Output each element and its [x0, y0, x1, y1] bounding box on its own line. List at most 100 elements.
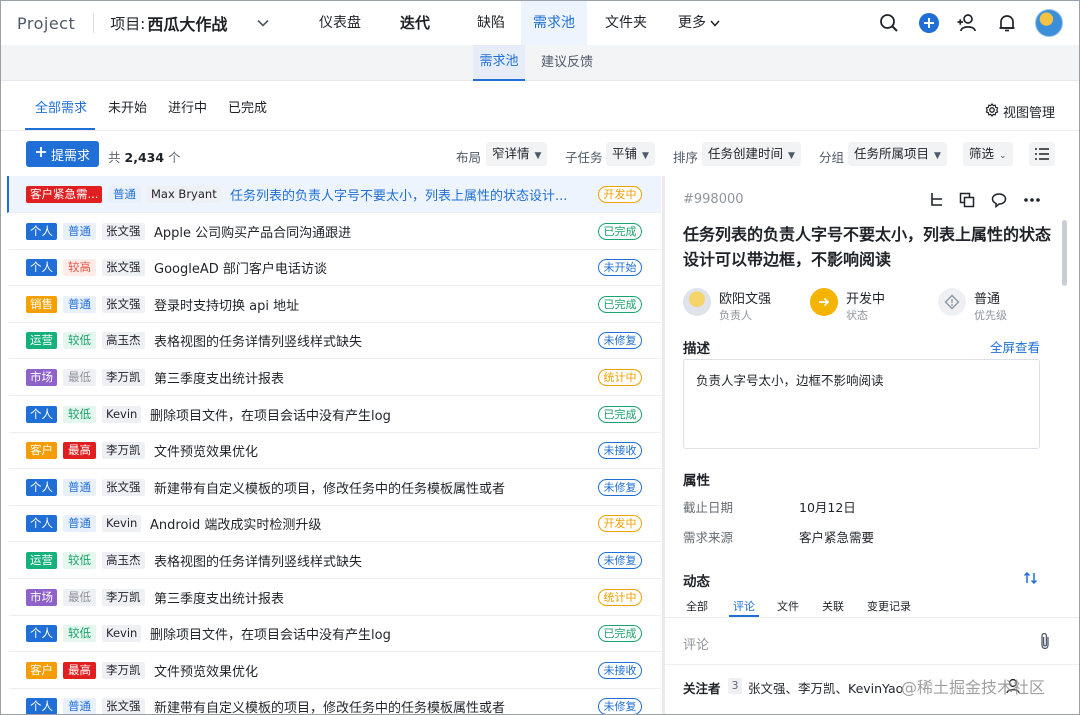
table-row[interactable]: 个人 普通 张文强 新建带有自定义模板的项目，修改任务中的任务模板属性或者 未修复 [9, 469, 661, 506]
copy-icon[interactable] [958, 191, 976, 209]
subnav-tab-feedback[interactable]: 建议反馈 [541, 45, 593, 81]
status-badge[interactable]: 开发中 [598, 186, 642, 203]
user-avatar[interactable] [1035, 9, 1063, 37]
status-badge[interactable]: 未接收 [598, 442, 642, 460]
task-title[interactable]: GoogleAD 部门客户电话访谈 [154, 258, 327, 277]
add-member-icon[interactable] [956, 12, 978, 34]
chevron-down-icon[interactable] [257, 16, 269, 30]
status-badge[interactable]: 未修复 [598, 698, 642, 714]
filter-tab-done[interactable]: 已完成 [228, 95, 267, 131]
status-field[interactable]: 开发中 状态 [810, 286, 920, 322]
task-title[interactable]: 第三季度支出统计报表 [154, 588, 284, 607]
nav-tab-dashboard[interactable]: 仪表盘 [311, 1, 369, 45]
nav-tab-defects[interactable]: 缺陷 [463, 1, 519, 45]
filter-select[interactable]: 筛选 ⌄ [963, 142, 1013, 166]
task-title[interactable]: 新建带有自定义模板的项目，修改任务中的任务模板属性或者 [154, 697, 505, 714]
project-name[interactable]: 西瓜大作战 [147, 11, 227, 35]
task-title[interactable]: 文件预览效果优化 [154, 441, 258, 460]
task-title[interactable]: Apple 公司购买产品合同沟通跟进 [154, 222, 351, 241]
nav-more-label: 更多 [678, 15, 706, 31]
filter-tab-in-progress[interactable]: 进行中 [168, 95, 207, 131]
view-manage-button[interactable]: 视图管理 [985, 102, 1055, 121]
status-badge[interactable]: 未开始 [598, 259, 642, 277]
task-title[interactable]: 第三季度支出统计报表 [154, 368, 284, 387]
filter-tab-not-started[interactable]: 未开始 [108, 95, 147, 131]
nav-tab-requirement-pool[interactable]: 需求池 [521, 1, 587, 45]
table-row[interactable]: 个人 普通 张文强 新建带有自定义模板的项目，修改任务中的任务模板属性或者 未修复 [9, 688, 661, 714]
table-row[interactable]: 个人 较低 Kevin 删除项目文件，在项目会话中没有产生log 已完成 [9, 615, 661, 653]
table-row[interactable]: 个人 较高 张文强 GoogleAD 部门客户电话访谈 未开始 [9, 249, 661, 287]
group-select[interactable]: 任务所属项目 ▼ [848, 142, 947, 166]
description-box[interactable]: 负责人字号太小，边框不影响阅读 [683, 359, 1040, 449]
activity-tab-links[interactable]: 关联 [822, 598, 844, 614]
comment-input[interactable]: 评论 [683, 634, 709, 653]
nav-tab-iteration[interactable]: 迭代 [389, 1, 441, 45]
assignee-field[interactable]: 欧阳文强 负责人 [683, 286, 793, 322]
task-title[interactable]: 任务列表的负责人字号不要太小，列表上属性的状态设计可以带边框，不影响阅读 [683, 222, 1051, 272]
table-row[interactable]: 个人 普通 张文强 Apple 公司购买产品合同沟通跟进 已完成 [9, 213, 661, 250]
table-row[interactable]: 客户 最高 李万凯 文件预览效果优化 未接收 [9, 652, 661, 689]
owner-tag: 高玉杰 [102, 552, 145, 569]
table-row[interactable]: 运营 较低 高玉杰 表格视图的任务详情列竖线样式缺失 未修复 [9, 542, 661, 579]
attr-value-source[interactable]: 客户紧急需要 [799, 527, 874, 546]
table-row[interactable]: 销售 普通 张文强 登录时支持切换 api 地址 已完成 [9, 286, 661, 323]
activity-tab-files[interactable]: 文件 [777, 598, 799, 614]
add-requirement-button[interactable]: 提需求 [26, 141, 99, 167]
nav-more-menu[interactable]: 更多 [669, 1, 729, 45]
status-badge[interactable]: 未修复 [598, 332, 642, 350]
task-title[interactable]: 任务列表的负责人字号不要太小，列表上属性的状态设计... [230, 185, 567, 204]
status-badge[interactable]: 已完成 [598, 222, 642, 240]
priority-field[interactable]: 普通 优先级 [938, 286, 1048, 322]
table-row[interactable]: 市场 最低 李万凯 第三季度支出统计报表 统计中 [9, 359, 661, 396]
subtask-icon[interactable] [928, 191, 946, 209]
sort-order-icon[interactable] [1023, 570, 1039, 589]
table-row[interactable]: 个人 普通 Kevin Android 端改成实时检测升级 开发中 [9, 505, 661, 543]
category-tag: 运营 [26, 332, 57, 350]
nav-tab-folder[interactable]: 文件夹 [597, 1, 655, 45]
chevron-down-icon: ▼ [934, 151, 941, 161]
layout-select[interactable]: 窄详情 ▼ [486, 142, 548, 166]
filter-tab-all[interactable]: 全部需求 [35, 95, 87, 131]
activity-tab-changelog[interactable]: 变更记录 [867, 598, 911, 614]
bell-icon[interactable] [996, 12, 1018, 34]
task-title[interactable]: 新建带有自定义模板的项目，修改任务中的任务模板属性或者 [154, 478, 505, 497]
status-badge[interactable]: 已完成 [598, 295, 642, 313]
table-row[interactable]: 市场 最低 李万凯 第三季度支出统计报表 统计中 [9, 579, 661, 616]
task-title[interactable]: 删除项目文件，在项目会话中没有产生log [150, 624, 391, 643]
task-title[interactable]: 文件预览效果优化 [154, 661, 258, 680]
paperclip-icon[interactable] [1039, 632, 1051, 654]
status-badge[interactable]: 统计中 [598, 588, 642, 606]
comment-bubble-icon[interactable] [990, 191, 1008, 209]
status-badge[interactable]: 未接收 [598, 661, 642, 679]
status-badge[interactable]: 已完成 [598, 625, 642, 643]
owner-tag: 张文强 [102, 259, 145, 277]
task-title[interactable]: 登录时支持切换 api 地址 [154, 295, 299, 314]
status-badge[interactable]: 未修复 [598, 552, 642, 569]
subtask-select[interactable]: 平铺 ▼ [606, 142, 655, 166]
activity-tab-all[interactable]: 全部 [686, 598, 708, 614]
subnav-tab-requirement-pool[interactable]: 需求池 [473, 45, 525, 81]
table-row[interactable]: 客户紧急需... 普通 Max Bryant 任务列表的负责人字号不要太小，列表上属性… [7, 176, 661, 213]
followers-names[interactable]: 张文强、李万凯、KevinYao [748, 678, 903, 697]
search-icon[interactable] [878, 12, 900, 34]
task-title[interactable]: Android 端改成实时检测升级 [150, 514, 321, 533]
attr-value-due-date[interactable]: 10月12日 [799, 497, 856, 516]
scrollbar[interactable] [1062, 220, 1067, 286]
status-badge[interactable]: 未修复 [598, 478, 642, 496]
fullscreen-link[interactable]: 全屏查看 [990, 337, 1040, 356]
activity-tab-comments[interactable]: 评论 [733, 598, 755, 614]
status-badge[interactable]: 统计中 [598, 369, 642, 386]
task-title[interactable]: 表格视图的任务详情列竖线样式缺失 [154, 331, 362, 350]
task-title[interactable]: 删除项目文件，在项目会话中没有产生log [150, 405, 391, 424]
table-row[interactable]: 客户 最高 李万凯 文件预览效果优化 未接收 [9, 432, 661, 470]
add-circle-icon[interactable] [918, 12, 940, 34]
more-options-icon[interactable] [1023, 191, 1041, 209]
status-badge[interactable]: 开发中 [598, 515, 642, 533]
task-title[interactable]: 表格视图的任务详情列竖线样式缺失 [154, 551, 362, 570]
table-row[interactable]: 个人 较低 Kevin 删除项目文件，在项目会话中没有产生log 已完成 [9, 396, 661, 433]
table-row[interactable]: 运营 较低 高玉杰 表格视图的任务详情列竖线样式缺失 未修复 [9, 322, 661, 360]
priority-tag: 较高 [63, 259, 96, 277]
sort-select[interactable]: 任务创建时间 ▼ [702, 142, 801, 166]
list-view-icon[interactable] [1029, 142, 1055, 166]
status-badge[interactable]: 已完成 [598, 405, 642, 423]
